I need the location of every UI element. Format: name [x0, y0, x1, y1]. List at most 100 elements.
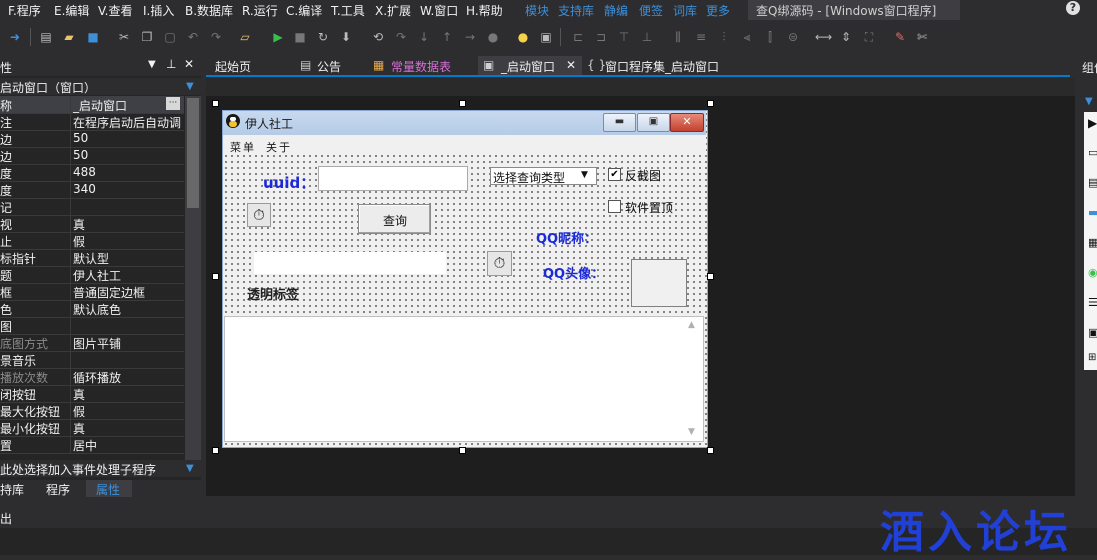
property-row[interactable]: 称 _启动窗口 ··· [0, 96, 184, 114]
property-row[interactable]: 边 50 [0, 130, 184, 148]
tab-properties[interactable]: 属性 [96, 481, 120, 498]
space-vertical-icon[interactable]: ≡ [693, 29, 709, 45]
query-type-select[interactable]: 选择查询类型 ▼ [490, 167, 597, 185]
property-value[interactable]: 伊人社工 [73, 267, 183, 284]
link-static-compile[interactable]: 静编 [604, 2, 628, 19]
scroll-down-icon[interactable]: ▼ [688, 427, 695, 437]
link-support-lib[interactable]: 支持库 [558, 2, 594, 19]
property-row[interactable]: 最大化按钮假 [0, 402, 184, 420]
menu-tools[interactable]: T.工具 [331, 2, 365, 19]
form-menu-menu[interactable]: 菜单 [230, 139, 256, 155]
stop-icon[interactable]: ■ [292, 29, 308, 45]
property-row[interactable]: 闭按钮 真 [0, 385, 184, 403]
resize-handle[interactable] [459, 100, 466, 107]
chevron-down-icon[interactable]: ▼ [186, 81, 194, 92]
close-tab-icon[interactable]: ✕ [566, 58, 576, 72]
color-picker-icon[interactable]: ✎ [892, 29, 908, 45]
property-row[interactable]: 图 [0, 317, 184, 335]
property-row[interactable]: 景音乐 [0, 351, 184, 369]
hint-icon[interactable]: ● [515, 29, 531, 45]
label-tool-icon[interactable]: ▭ [1088, 146, 1097, 159]
copy-icon[interactable]: ❐ [139, 29, 155, 45]
property-row[interactable]: 播放次数 循环播放 [0, 368, 184, 386]
property-row[interactable]: 止假 [0, 232, 184, 250]
property-row[interactable]: 标指针 默认型 [0, 249, 184, 267]
property-value[interactable]: 真 [73, 386, 183, 403]
menu-edit[interactable]: E.编辑 [54, 2, 89, 19]
property-row[interactable]: 底图方式 图片平铺 [0, 334, 184, 352]
frame-tool-icon[interactable]: ▣ [1088, 326, 1097, 339]
distribute-icon[interactable]: ⫿ [762, 29, 778, 45]
pin-icon[interactable]: ⊥ [166, 57, 176, 71]
property-row[interactable]: 题 伊人社工 [0, 266, 184, 284]
resize-handle[interactable] [212, 447, 219, 454]
chevron-down-icon[interactable]: ▼ [1085, 96, 1093, 107]
property-value[interactable]: 居中 [73, 437, 183, 454]
scroll-up-icon[interactable]: ▲ [688, 320, 695, 330]
restart-icon[interactable]: ↻ [315, 29, 331, 45]
image-tool-icon[interactable]: ▦ [1088, 236, 1097, 249]
step-over-icon[interactable]: ↷ [393, 29, 409, 45]
tab-startup-window[interactable]: _启动窗口 [501, 58, 555, 75]
align-bottom-icon[interactable]: ⊥ [639, 29, 655, 45]
step-out-icon[interactable]: ↑ [439, 29, 455, 45]
misc-tool-icon[interactable]: ⊞ [1088, 352, 1096, 363]
uuid-input[interactable] [318, 166, 468, 191]
scrollbar-thumb[interactable] [187, 98, 199, 208]
tools-icon[interactable]: ✄ [914, 29, 930, 45]
output-label[interactable]: 出 [0, 510, 12, 527]
cut-icon[interactable]: ✂ [116, 29, 132, 45]
topmost-checkbox[interactable] [608, 200, 621, 213]
resize-handle[interactable] [212, 100, 219, 107]
undo-icon[interactable]: ↶ [185, 29, 201, 45]
chevron-down-icon[interactable]: ▼ [186, 463, 194, 474]
redo-icon[interactable]: ↷ [208, 29, 224, 45]
property-row[interactable]: 置 居中 [0, 436, 184, 454]
link-notes[interactable]: 便签 [639, 2, 663, 19]
menu-extend[interactable]: X.扩展 [375, 2, 411, 19]
run-icon[interactable]: ▶ [270, 29, 286, 45]
link-lexicon[interactable]: 词库 [673, 2, 697, 19]
new-file-icon[interactable]: ▤ [38, 29, 54, 45]
property-row[interactable]: 边 50 [0, 147, 184, 165]
property-row[interactable]: 色 默认底色 [0, 300, 184, 318]
property-value[interactable]: 循环播放 [73, 369, 183, 386]
link-modules[interactable]: 模块 [525, 2, 549, 19]
resize-handle[interactable] [212, 273, 219, 280]
resize-handle[interactable] [707, 273, 714, 280]
tab-support-lib[interactable]: 持库 [0, 481, 24, 498]
maximize-icon[interactable]: ▣ [637, 113, 670, 132]
property-value[interactable]: 50 [73, 131, 183, 145]
tab-constants[interactable]: 常量数据表 [391, 58, 451, 75]
property-value[interactable]: 50 [73, 148, 183, 162]
property-row[interactable]: 视真 [0, 215, 184, 233]
tab-program[interactable]: 程序 [46, 481, 70, 498]
property-row[interactable]: 度 488 [0, 164, 184, 182]
property-value[interactable]: 图片平铺 [73, 335, 183, 352]
menu-insert[interactable]: I.插入 [143, 2, 174, 19]
pointer-tool-icon[interactable]: ▶ [1088, 116, 1097, 130]
property-row[interactable]: 注 在程序启动后自动调 [0, 113, 184, 131]
space-horizontal-icon[interactable]: ⫼ [670, 29, 686, 45]
same-width-icon[interactable]: ⟷ [815, 29, 832, 45]
property-row[interactable]: 记 [0, 198, 184, 216]
resize-handle[interactable] [707, 100, 714, 107]
dropdown-icon[interactable]: ▼ [148, 59, 156, 70]
menu-program[interactable]: F.程序 [8, 2, 41, 19]
paste-icon[interactable]: ▢ [162, 29, 178, 45]
compile-icon[interactable]: ⬇ [338, 29, 354, 45]
property-value[interactable]: 默认底色 [73, 301, 183, 318]
property-value[interactable]: 488 [73, 165, 183, 179]
save-icon[interactable]: ■ [85, 29, 101, 45]
chevron-down-icon[interactable]: ▼ [581, 170, 588, 180]
property-value[interactable]: 真 [73, 216, 183, 233]
step-into-icon[interactable]: ↓ [416, 29, 432, 45]
tab-notice[interactable]: 公告 [317, 58, 341, 75]
resize-handle[interactable] [707, 447, 714, 454]
event-selector[interactable]: 此处选择加入事件处理子程序 ▼ [0, 460, 201, 477]
property-value[interactable]: 假 [73, 403, 183, 420]
close-icon[interactable]: ✕ [184, 57, 194, 71]
query-button[interactable]: 查询 [358, 204, 431, 234]
object-selector[interactable]: 启动窗口（窗口） ▼ [0, 78, 201, 95]
menu-window[interactable]: W.窗口 [420, 2, 458, 19]
